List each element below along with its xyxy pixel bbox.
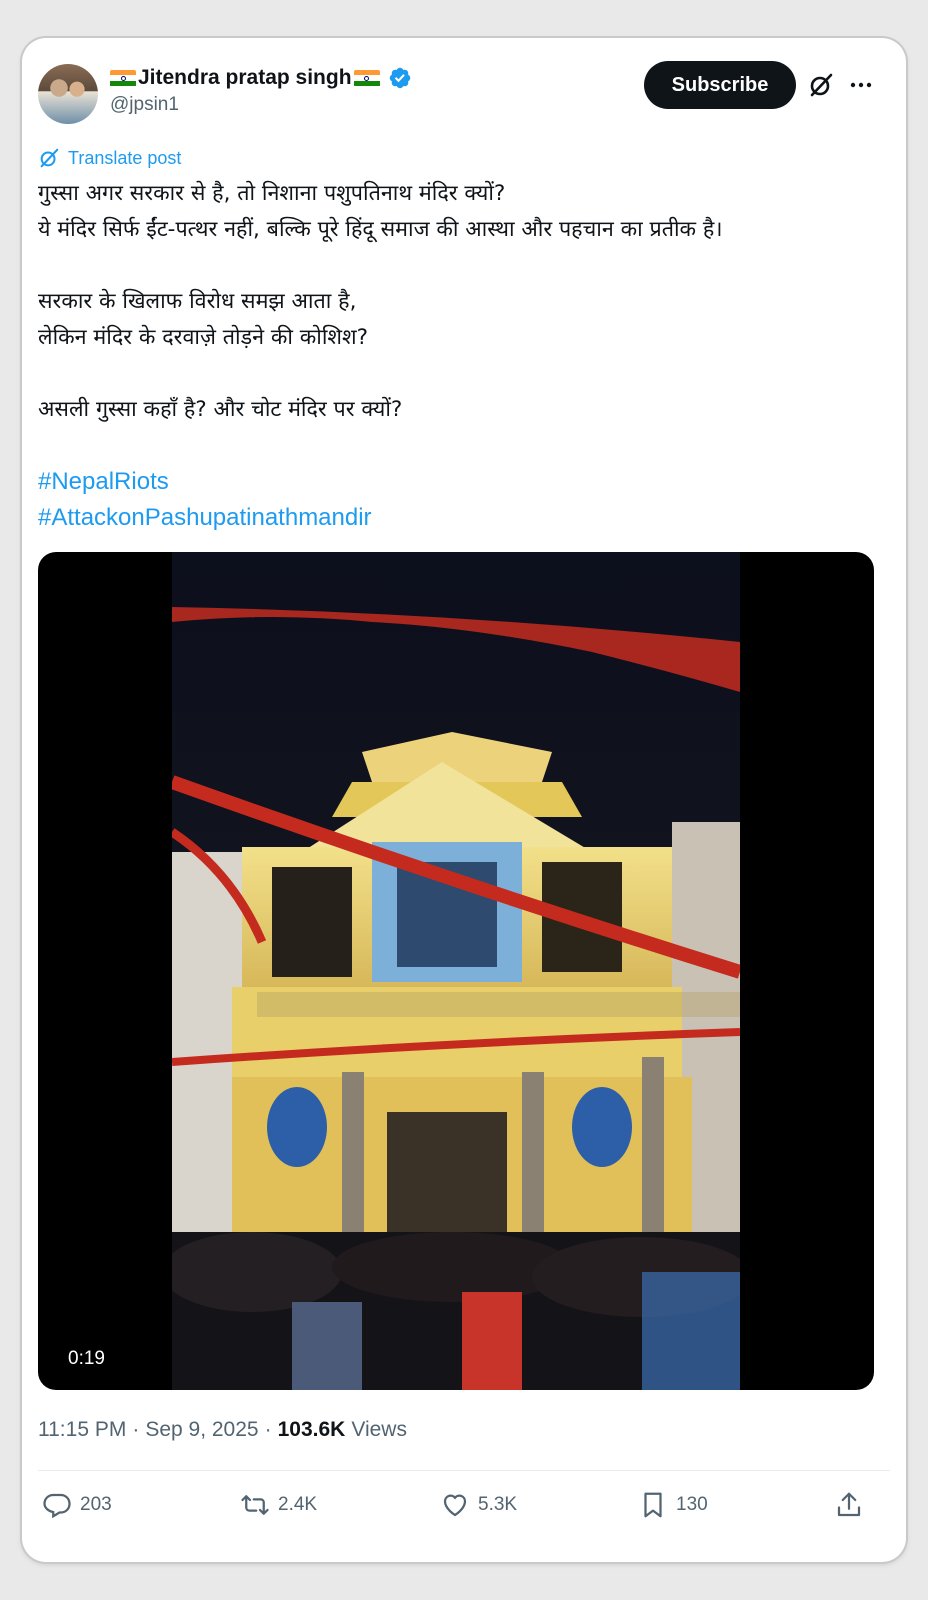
video-frame [172, 552, 740, 1390]
post-meta: 11:15 PM · Sep 9, 2025 · 103.6K Views [38, 1418, 407, 1442]
reply-button[interactable]: 203 [42, 1490, 112, 1520]
author-name[interactable]: Jitendra pratap singh [138, 66, 352, 90]
views-count: 103.6K [277, 1418, 346, 1441]
grok-icon [40, 148, 59, 168]
india-flag-icon [110, 69, 136, 87]
post-time[interactable]: 11:15 PM [38, 1418, 126, 1442]
like-count: 5.3K [478, 1494, 518, 1515]
bookmark-count: 130 [676, 1494, 708, 1515]
repost-icon [241, 1495, 269, 1515]
avatar[interactable] [38, 64, 98, 124]
action-bar: 203 2.4K 5.3K 130 [38, 1486, 890, 1526]
like-button[interactable]: 5.3K [440, 1490, 517, 1520]
translate-label[interactable]: Translate post [68, 148, 181, 169]
video-duration: 0:19 [68, 1348, 105, 1369]
share-icon [837, 1492, 861, 1517]
author-handle[interactable]: @jpsin1 [110, 94, 179, 116]
hashtag-link[interactable]: #AttackonPashupatinathmandir [38, 500, 888, 536]
subscribe-button[interactable]: Subscribe [644, 61, 796, 109]
video-player[interactable]: 0:19 [38, 552, 874, 1390]
meta-separator: · [264, 1418, 272, 1441]
tweet-card: Jitendra pratap singh @jpsin1 Subscribe … [22, 38, 906, 1562]
tweet-text-line: असली गुस्सा कहाँ है? और चोट मंदिर पर क्य… [38, 397, 403, 422]
tweet-text-line: ये मंदिर सिर्फ ईंट-पत्थर नहीं, बल्कि पूर… [38, 217, 723, 242]
post-date[interactable]: Sep 9, 2025 [145, 1418, 258, 1442]
tweet-text-line: गुस्सा अगर सरकार से है, तो निशाना पशुपति… [38, 181, 506, 206]
meta-separator: · [132, 1418, 140, 1441]
verified-badge-icon [388, 66, 412, 90]
tweet-text-gap [38, 248, 888, 284]
hashtag-link[interactable]: #NepalRiots [38, 464, 888, 500]
repost-button[interactable]: 2.4K [240, 1490, 317, 1520]
views-label: Views [351, 1418, 407, 1441]
tweet-text-line: सरकार के खिलाफ विरोध समझ आता है, [38, 289, 357, 314]
tweet-text-line: लेकिन मंदिर के दरवाज़े तोड़ने की कोशिश? [38, 325, 369, 350]
translate-post-link[interactable]: Translate post [38, 146, 181, 170]
share-button[interactable] [834, 1490, 864, 1520]
heart-icon [443, 1494, 467, 1517]
divider [38, 1470, 890, 1471]
grok-icon[interactable] [808, 72, 834, 98]
tweet-text-gap [38, 428, 888, 464]
repost-count: 2.4K [278, 1494, 318, 1515]
bookmark-button[interactable]: 130 [638, 1490, 708, 1520]
tweet-text-gap [38, 356, 888, 392]
more-icon[interactable] [848, 72, 874, 98]
reply-icon [43, 1493, 71, 1519]
author-name-row[interactable]: Jitendra pratap singh [110, 64, 412, 92]
india-flag-icon [353, 69, 380, 87]
bookmark-icon [644, 1492, 662, 1518]
tweet-text: गुस्सा अगर सरकार से है, तो निशाना पशुपति… [38, 176, 888, 536]
reply-count: 203 [80, 1494, 112, 1515]
